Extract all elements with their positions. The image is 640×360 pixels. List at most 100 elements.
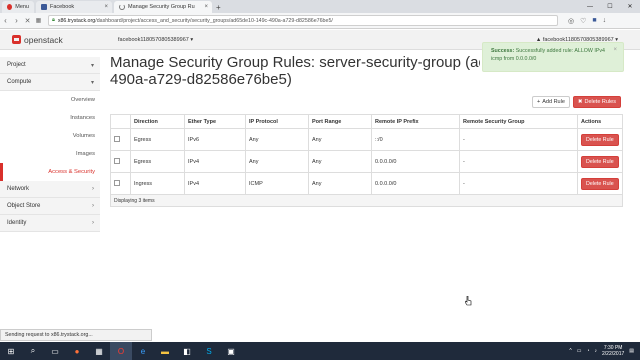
add-rule-button[interactable]: + Add Rule: [532, 96, 570, 108]
sidebar-item-network[interactable]: Network ›: [0, 181, 100, 198]
column-header-ether-type[interactable]: Ether Type: [184, 114, 246, 129]
heart-icon[interactable]: ♡: [580, 17, 586, 25]
cell-remote-ip-prefix: ::/0: [371, 128, 460, 151]
forward-icon[interactable]: ›: [11, 16, 22, 25]
column-header-remote-ip-prefix[interactable]: Remote IP Prefix: [371, 114, 460, 129]
skype-icon[interactable]: S: [198, 342, 220, 360]
delete-rules-label: Delete Rules: [584, 99, 617, 105]
delete-rule-button[interactable]: Delete Rule: [581, 133, 619, 146]
page-title-line1: Manage Security Group Rules: server-secu…: [110, 54, 480, 71]
search-icon[interactable]: ⌕: [22, 342, 44, 360]
tab-facebook[interactable]: Facebook ×: [36, 1, 112, 13]
delete-rule-button[interactable]: Delete Rule: [581, 177, 619, 190]
table-header-row: Direction Ether Type IP Protocol Port Ra…: [110, 114, 623, 129]
browser-tab-strip: Menu Facebook × Manage Security Group Ru…: [0, 0, 640, 13]
cell-ip-protocol: Any: [245, 128, 309, 151]
close-tab-icon[interactable]: ×: [104, 4, 108, 10]
sidebar-item-label: Identity: [7, 220, 27, 226]
tab-security-group[interactable]: Manage Security Group Ru ×: [114, 1, 212, 13]
loading-icon: [119, 4, 125, 10]
speed-dial-icon[interactable]: ▦: [33, 17, 44, 24]
maximize-icon[interactable]: ☐: [600, 0, 620, 13]
table-toolbar: + Add Rule ✖ Delete Rules: [532, 96, 621, 108]
windows-start-icon[interactable]: ⊞: [0, 342, 22, 360]
clock[interactable]: 7:30 PM 2/22/2017: [602, 345, 624, 357]
new-tab-button[interactable]: +: [216, 1, 221, 13]
row-checkbox[interactable]: [114, 157, 120, 164]
cell-direction: Egress: [130, 128, 185, 151]
notifications-icon[interactable]: ▤: [629, 348, 634, 354]
close-tab-icon[interactable]: ×: [204, 4, 208, 10]
alert-title: Success:: [491, 48, 515, 54]
chevron-right-icon: ›: [92, 220, 94, 226]
cell-port-range: Any: [308, 150, 372, 173]
sidebar: Project ▾ Compute ▾ Overview Instances V…: [0, 57, 100, 277]
cell-ip-protocol: Any: [245, 150, 309, 173]
edge-icon[interactable]: e: [132, 342, 154, 360]
store-bag-icon[interactable]: ◧: [176, 342, 198, 360]
store-icon[interactable]: ▦: [88, 342, 110, 360]
row-checkbox[interactable]: [114, 135, 120, 142]
task-view-icon[interactable]: ▭: [44, 342, 66, 360]
cell-ether-type: IPv4: [184, 150, 246, 173]
volume-icon[interactable]: ♪: [595, 348, 598, 354]
table-row: Ingress IPv4 ICMP Any 0.0.0.0/0 - Delete…: [110, 172, 623, 195]
minimize-icon[interactable]: —: [580, 0, 600, 13]
page-title: Manage Security Group Rules: server-secu…: [110, 54, 480, 88]
column-header-direction[interactable]: Direction: [130, 114, 185, 129]
app-icon[interactable]: ▣: [220, 342, 242, 360]
cell-remote-ip-prefix: 0.0.0.0/0: [371, 150, 460, 173]
sidebar-item-images[interactable]: Images: [0, 145, 100, 163]
delete-rules-button[interactable]: ✖ Delete Rules: [572, 96, 621, 108]
sidebar-item-compute[interactable]: Compute ▾: [0, 74, 100, 91]
sidebar-item-label: Compute: [7, 79, 32, 85]
sidebar-item-volumes[interactable]: Volumes: [0, 127, 100, 145]
rules-table: Direction Ether Type IP Protocol Port Ra…: [110, 114, 623, 207]
sidebar-item-instances[interactable]: Instances: [0, 109, 100, 127]
windows-taskbar: ⊞ ⌕ ▭ ● ▦ O e ▬ ◧ S ▣ ^ ▭ ◔ ♪ 7:30 PM 2/…: [0, 342, 640, 360]
row-checkbox[interactable]: [114, 179, 120, 186]
browser-status: Sending request to x86.trystack.org...: [0, 329, 152, 341]
sidebar-item-overview[interactable]: Overview: [0, 91, 100, 109]
back-icon[interactable]: ‹: [0, 16, 11, 25]
column-header-ip-protocol[interactable]: IP Protocol: [245, 114, 309, 129]
item-count: Displaying 3 items: [110, 194, 623, 207]
table-row: Egress IPv6 Any Any ::/0 - Delete Rule: [110, 128, 623, 151]
success-alert: × Success: Successfully added rule: ALLO…: [482, 42, 624, 72]
add-rule-label: Add Rule: [542, 99, 565, 105]
column-header-port-range[interactable]: Port Range: [308, 114, 372, 129]
openstack-logo[interactable]: openstack: [12, 35, 63, 45]
cell-remote-security-group: -: [459, 150, 578, 173]
chevron-down-icon: ▾: [90, 62, 94, 69]
cell-ether-type: IPv6: [184, 128, 246, 151]
extension-icon[interactable]: ■: [592, 17, 596, 25]
chevron-up-icon[interactable]: ^: [569, 348, 571, 354]
stop-icon[interactable]: ✕: [22, 17, 33, 25]
opera-icon: [7, 4, 13, 10]
close-alert-icon[interactable]: ×: [613, 46, 617, 54]
cell-remote-ip-prefix: 0.0.0.0/0: [371, 172, 460, 195]
select-all-header: [110, 114, 131, 129]
hand-cursor-icon: [465, 296, 472, 306]
sidebar-item-project[interactable]: Project ▾: [0, 57, 100, 74]
folder-icon[interactable]: ▬: [154, 342, 176, 360]
delete-rule-button[interactable]: Delete Rule: [581, 155, 619, 168]
firefox-icon[interactable]: ●: [66, 342, 88, 360]
network-icon[interactable]: ◔: [586, 348, 589, 354]
sidebar-item-identity[interactable]: Identity ›: [0, 215, 100, 232]
download-icon[interactable]: ↓: [603, 17, 607, 25]
tab-menu[interactable]: Menu: [2, 1, 34, 13]
sidebar-item-access-security[interactable]: Access & Security: [0, 163, 100, 181]
plus-icon: +: [537, 99, 541, 105]
camera-icon[interactable]: ◎: [568, 17, 574, 25]
close-window-icon[interactable]: ✕: [620, 0, 640, 13]
cell-direction: Ingress: [130, 172, 185, 195]
url-field[interactable]: 🔒︎ x86.trystack.org/dashboard/project/ac…: [48, 15, 558, 26]
tab-label: Facebook: [50, 4, 75, 10]
sidebar-item-object-store[interactable]: Object Store ›: [0, 198, 100, 215]
clock-date: 2/22/2017: [602, 351, 625, 357]
opera-icon[interactable]: O: [110, 342, 132, 360]
column-header-remote-security-group[interactable]: Remote Security Group: [459, 114, 578, 129]
project-dropdown[interactable]: facebook1180570805389967 ▾: [118, 37, 193, 43]
battery-icon[interactable]: ▭: [577, 348, 582, 354]
